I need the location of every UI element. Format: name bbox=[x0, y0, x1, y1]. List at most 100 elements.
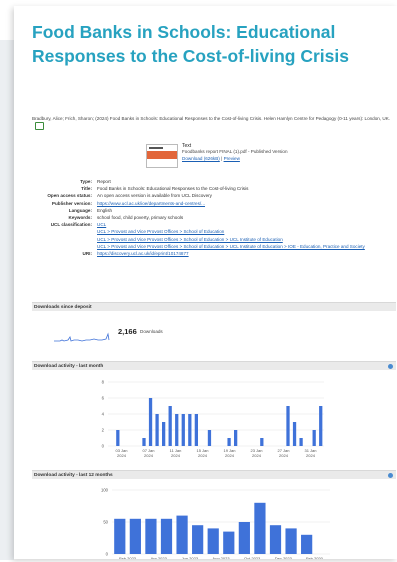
metadata-link[interactable]: https://discovery.ucl.ac.uk/id/eprint/10… bbox=[97, 250, 394, 257]
metadata-key: Open access status: bbox=[47, 193, 92, 199]
metadata-link[interactable]: UCL > Provost and Vice Provost Offices >… bbox=[97, 243, 394, 250]
bar[interactable] bbox=[207, 430, 212, 446]
metadata-text: English bbox=[97, 207, 113, 213]
y-tick-label: 0 bbox=[106, 552, 109, 557]
metadata-value: An open access version is available from… bbox=[97, 192, 394, 199]
bar[interactable] bbox=[207, 528, 219, 554]
chart-last-12-months: 0 50 100 Feb 2023 Apr 2023 Jun 2023 Aug 2023 Oc… bbox=[101, 488, 330, 559]
bar[interactable] bbox=[223, 531, 235, 554]
y-tick-label: 4 bbox=[102, 412, 105, 417]
metadata-table: Type: Report Title: Food Banks in Schools: … bbox=[32, 178, 394, 257]
bar[interactable] bbox=[176, 515, 188, 554]
bar[interactable] bbox=[312, 430, 316, 446]
metadata-row: UCL classification: UCL UCL > Provost and … bbox=[32, 221, 394, 250]
bar[interactable] bbox=[286, 406, 290, 446]
bar[interactable] bbox=[175, 414, 179, 446]
x-tick-label: 19 Jan 2024 bbox=[223, 448, 235, 458]
bar[interactable] bbox=[155, 414, 159, 446]
x-tick-label: Feb 2023 bbox=[119, 556, 137, 559]
chart-year-heading: Download activity - last 12 months bbox=[34, 473, 113, 478]
chart-last-month: 0 2 4 6 8 03 Jan 2024 07 Jan 2024 11 Jan 2024 15 Ja… bbox=[102, 380, 324, 458]
metadata-row: Open access status: An open access versio… bbox=[32, 192, 394, 199]
metadata-row: URI: https://discovery.ucl.ac.uk/id/eprin… bbox=[32, 250, 394, 257]
bar[interactable] bbox=[299, 438, 303, 446]
bar[interactable] bbox=[285, 528, 297, 554]
bar[interactable] bbox=[269, 525, 282, 554]
chart-month-heading: Download activity - last month bbox=[34, 364, 104, 369]
bar[interactable] bbox=[188, 414, 192, 446]
x-tick-label: Apr 2023 bbox=[151, 556, 168, 559]
metadata-link[interactable]: UCL bbox=[97, 221, 394, 228]
y-tick-label: 50 bbox=[103, 520, 108, 525]
bar[interactable] bbox=[194, 414, 198, 446]
expand-icon[interactable] bbox=[388, 473, 393, 478]
page-title: Food Banks in Schools: Educational Respo… bbox=[32, 22, 349, 66]
preview-link[interactable]: Preview bbox=[224, 156, 240, 161]
metadata-row: Language: English bbox=[32, 207, 394, 214]
bar[interactable] bbox=[181, 414, 185, 446]
metadata-link[interactable]: https://www.ucl.ac.uk/ioe/departments-an… bbox=[97, 200, 394, 207]
expand-icon[interactable] bbox=[388, 364, 393, 369]
bar[interactable] bbox=[234, 430, 238, 446]
metadata-key: URI: bbox=[82, 251, 92, 257]
bar[interactable] bbox=[129, 518, 141, 554]
metadata-text: Food Banks in Schools: Educational Respo… bbox=[97, 186, 249, 192]
bar[interactable] bbox=[145, 518, 157, 554]
bar[interactable] bbox=[301, 534, 313, 554]
y-tick-label: 2 bbox=[102, 428, 105, 433]
x-tick-label: Aug 2023 bbox=[212, 556, 230, 559]
bar[interactable] bbox=[260, 438, 264, 446]
metadata-key: Title: bbox=[81, 186, 92, 192]
metadata-key: Language: bbox=[68, 207, 92, 213]
download-link[interactable]: Download (626kB) bbox=[182, 156, 220, 161]
metadata-value: school food, child poverty, primary scho… bbox=[97, 214, 394, 221]
bar[interactable] bbox=[142, 438, 146, 446]
bar[interactable] bbox=[160, 518, 173, 554]
y-tick-label: 8 bbox=[102, 380, 105, 385]
bar[interactable] bbox=[254, 502, 266, 554]
y-tick-label: 0 bbox=[102, 444, 105, 449]
metadata-link[interactable]: UCL > Provost and Vice Provost Offices >… bbox=[97, 228, 394, 235]
separator-text: | bbox=[221, 155, 223, 161]
page-shadow bbox=[0, 40, 14, 560]
bar[interactable] bbox=[114, 518, 126, 554]
metadata-text: An open access version is available from… bbox=[97, 193, 212, 199]
bar[interactable] bbox=[168, 406, 172, 446]
bar[interactable] bbox=[162, 422, 166, 446]
metadata-text: Report bbox=[97, 179, 111, 184]
bar[interactable] bbox=[319, 406, 323, 446]
chart-month-header: Download activity - last month bbox=[32, 361, 396, 370]
metadata-value: UCL UCL > Provost and Vice Provost Office… bbox=[97, 221, 394, 250]
metadata-link[interactable]: UCL > Provost and Vice Provost Offices >… bbox=[97, 236, 394, 243]
bar[interactable] bbox=[148, 398, 153, 446]
downloads-count: 2,166 bbox=[118, 327, 137, 336]
bar[interactable] bbox=[192, 525, 204, 554]
x-tick-label: Feb 2020 bbox=[306, 556, 324, 559]
downloads-heading: Downloads since deposit bbox=[34, 305, 92, 310]
downloads-sparkline bbox=[54, 332, 110, 342]
x-tick-label: 31 Jan 2024 bbox=[304, 448, 316, 458]
x-tick-label: 11 Jan 2024 bbox=[170, 448, 182, 458]
thumbnail-title-bar bbox=[149, 147, 163, 149]
y-tick-label: 100 bbox=[101, 488, 109, 493]
document-thumbnail[interactable] bbox=[146, 144, 178, 168]
printer-icon[interactable] bbox=[35, 122, 44, 130]
x-tick-label: 27 Jan 2024 bbox=[277, 448, 289, 458]
metadata-value: Food Banks in Schools: Educational Respo… bbox=[97, 185, 394, 192]
citation: Bradbury, Alice; Frich, Sharon; (2024) F… bbox=[32, 115, 394, 130]
metadata-key: UCL classification: bbox=[50, 222, 92, 228]
x-tick-label: 03 Jan 2024 bbox=[115, 448, 127, 458]
x-tick-label: Dec 2023 bbox=[275, 556, 293, 559]
file-info: Text Foodbanks report FINAL (1).pdf - Pu… bbox=[182, 143, 288, 162]
chart-year-header: Download activity - last 12 months bbox=[32, 470, 396, 479]
metadata-value: Report bbox=[97, 178, 394, 185]
metadata-value: https://www.ucl.ac.uk/ioe/departments-an… bbox=[97, 200, 394, 207]
metadata-value: https://discovery.ucl.ac.uk/id/eprint/10… bbox=[97, 250, 394, 257]
metadata-row: Type: Report bbox=[32, 178, 394, 185]
bar[interactable] bbox=[292, 422, 297, 446]
y-tick-label: 6 bbox=[102, 396, 105, 401]
bar[interactable] bbox=[238, 522, 250, 554]
eprint-page: Food Banks in Schools: Educational Respo… bbox=[14, 6, 397, 559]
bar[interactable] bbox=[227, 438, 231, 446]
bar[interactable] bbox=[116, 430, 120, 446]
